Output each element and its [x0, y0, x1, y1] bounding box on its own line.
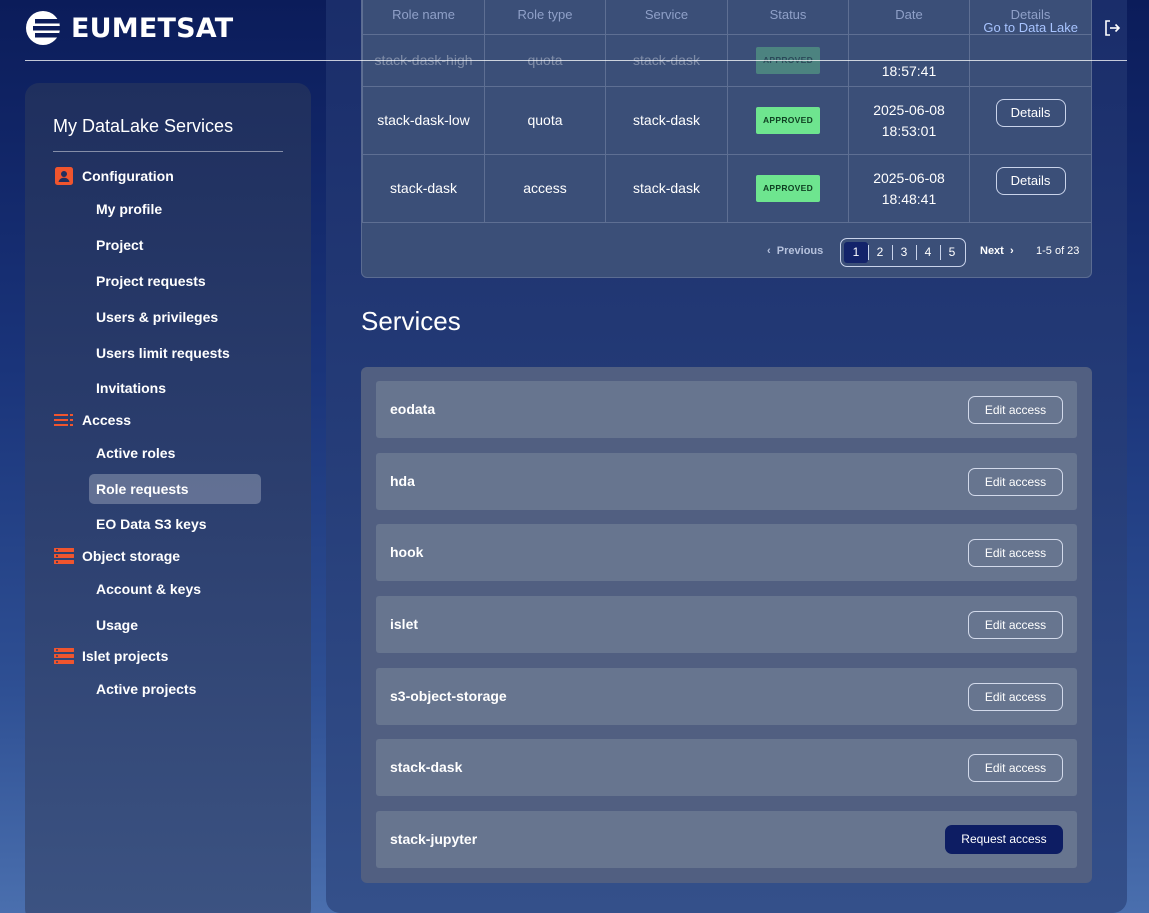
eumetsat-logo[interactable]: EUMETSAT — [25, 10, 233, 46]
cell-time-text: 18:48:41 — [881, 190, 937, 207]
edit-access-button[interactable]: Edit access — [968, 683, 1063, 711]
cell-time-text: 18:53:01 — [881, 122, 937, 139]
sidebar-item-active-projects[interactable]: Active projects — [89, 674, 261, 704]
sidebar: My DataLake Services Configuration My pr… — [25, 83, 311, 913]
list-icon — [54, 411, 74, 429]
cell-service: stack-dask — [605, 86, 728, 155]
service-row-s3-object-storage: s3-object-storage Edit access — [376, 668, 1077, 725]
sidebar-item-project[interactable]: Project — [89, 230, 261, 260]
service-row-stack-jupyter: stack-jupyter Request access — [376, 811, 1077, 868]
edit-access-button[interactable]: Edit access — [968, 611, 1063, 639]
status-badge: APPROVED — [755, 107, 821, 134]
services-heading: Services — [361, 306, 461, 336]
request-access-button[interactable]: Request access — [945, 825, 1063, 854]
logo-text: EUMETSAT — [71, 12, 234, 44]
sidebar-title: My DataLake Services — [53, 116, 234, 136]
page-number-group: 1 2 3 4 5 — [840, 238, 966, 267]
storage-icon — [54, 547, 74, 565]
cell-time-text: 18:57:41 — [881, 63, 937, 79]
details-button[interactable]: Details — [995, 166, 1066, 195]
sidebar-section-configuration[interactable]: Configuration — [54, 167, 174, 185]
page-button-2[interactable]: 2 — [868, 242, 892, 263]
cell-role: stack-dask-low — [362, 86, 485, 155]
page-button-1[interactable]: 1 — [844, 242, 868, 263]
cell-service: stack-dask — [605, 154, 728, 223]
account-box-icon — [54, 167, 74, 185]
eumetsat-logo-mark — [25, 10, 63, 46]
sidebar-item-users-privileges[interactable]: Users & privileges — [89, 302, 261, 332]
cell-date: 2025-06-08 18:48:41 — [848, 154, 970, 223]
table-row: stack-dask-low quota stack-dask APPROVED… — [362, 86, 1091, 155]
previous-page-button[interactable]: ‹ Previous — [767, 245, 823, 257]
service-row-stack-dask: stack-dask Edit access — [376, 739, 1077, 796]
pagination-range: 1-5 of 23 — [1036, 245, 1080, 257]
section-label: Islet projects — [82, 648, 169, 664]
cell-status: APPROVED — [727, 86, 849, 155]
page-button-4[interactable]: 4 — [916, 242, 940, 263]
service-name: s3-object-storage — [390, 688, 507, 704]
cell-action: Details — [969, 154, 1091, 223]
sidebar-item-invitations[interactable]: Invitations — [89, 373, 261, 403]
details-button[interactable]: Details — [995, 98, 1066, 127]
table-row: stack-dask access stack-dask APPROVED 20… — [362, 154, 1091, 223]
sidebar-item-project-requests[interactable]: Project requests — [89, 266, 261, 296]
sidebar-section-islet-projects[interactable]: Islet projects — [54, 647, 168, 665]
cell-date: 2025-06-08 18:53:01 — [848, 86, 970, 155]
service-name: stack-dask — [390, 759, 463, 775]
storage-icon — [54, 647, 74, 665]
sidebar-item-my-profile[interactable]: My profile — [89, 194, 261, 224]
cell-action: Details — [969, 86, 1091, 155]
service-row-islet: islet Edit access — [376, 596, 1077, 653]
pagination: ‹ Previous 1 2 3 4 5 Next › 1-5 of 23 — [362, 225, 1091, 277]
main-content: Role name Role type Service Status Date … — [326, 0, 1127, 913]
section-label: Object storage — [82, 548, 181, 564]
logout-icon[interactable] — [1103, 19, 1121, 37]
go-to-data-lake-link[interactable]: Go to Data Lake — [983, 20, 1078, 35]
service-name: stack-jupyter — [390, 831, 478, 847]
sidebar-item-role-requests[interactable]: Role requests — [89, 474, 261, 504]
cell-date-text: 2025-06-08 — [873, 169, 945, 186]
sidebar-item-usage[interactable]: Usage — [89, 610, 261, 640]
page-button-5[interactable]: 5 — [940, 242, 964, 263]
sidebar-item-users-limit-requests[interactable]: Users limit requests — [89, 338, 261, 368]
sidebar-item-account-keys[interactable]: Account & keys — [89, 574, 261, 604]
service-name: islet — [390, 616, 419, 632]
service-name: hda — [390, 473, 415, 489]
sidebar-item-eo-data-s3-keys[interactable]: EO Data S3 keys — [89, 509, 261, 539]
service-row-eodata: eodata Edit access — [376, 381, 1077, 438]
sidebar-section-object-storage[interactable]: Object storage — [54, 547, 180, 565]
service-row-hook: hook Edit access — [376, 524, 1077, 581]
service-name: eodata — [390, 401, 436, 417]
edit-access-button[interactable]: Edit access — [968, 754, 1063, 782]
next-page-button[interactable]: Next › — [980, 245, 1014, 257]
edit-access-button[interactable]: Edit access — [968, 539, 1063, 567]
sidebar-divider — [53, 151, 283, 152]
services-list: eodata Edit access hda Edit access hook … — [361, 367, 1092, 883]
service-name: hook — [390, 544, 424, 560]
chevron-right-icon: › — [1006, 245, 1014, 257]
top-header: EUMETSAT Go to Data Lake — [25, 0, 1127, 61]
chevron-left-icon: ‹ — [767, 245, 774, 257]
cell-status: APPROVED — [727, 154, 849, 223]
sidebar-section-access[interactable]: Access — [54, 411, 131, 429]
page-button-3[interactable]: 3 — [892, 242, 916, 263]
next-label: Next — [980, 245, 1004, 257]
cell-role: stack-dask — [362, 154, 485, 223]
service-row-hda: hda Edit access — [376, 453, 1077, 510]
section-label: Configuration — [82, 168, 174, 184]
section-label: Access — [82, 412, 132, 428]
previous-label: Previous — [776, 245, 824, 257]
cell-type: quota — [484, 86, 606, 155]
sidebar-item-active-roles[interactable]: Active roles — [89, 438, 261, 468]
edit-access-button[interactable]: Edit access — [968, 396, 1063, 424]
edit-access-button[interactable]: Edit access — [968, 468, 1063, 496]
cell-date-text: 2025-06-08 — [873, 101, 945, 118]
cell-type: access — [484, 154, 606, 223]
status-badge: APPROVED — [755, 175, 821, 202]
